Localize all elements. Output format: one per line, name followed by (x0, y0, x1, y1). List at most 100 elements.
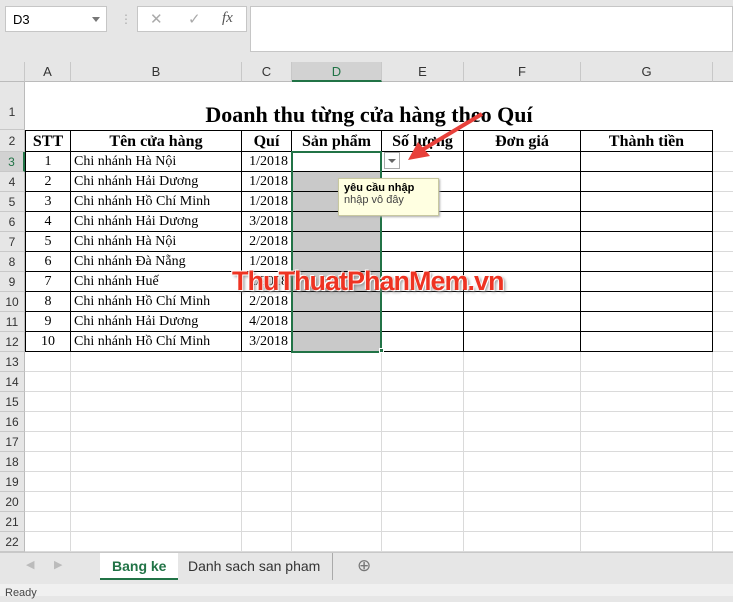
cell[interactable] (292, 352, 382, 372)
cell[interactable] (71, 512, 242, 532)
cell[interactable] (581, 472, 713, 492)
cell[interactable] (581, 532, 713, 552)
cell[interactable] (713, 152, 733, 172)
column-header-d[interactable]: D (292, 62, 382, 82)
cell[interactable] (382, 432, 464, 452)
cell[interactable] (292, 472, 382, 492)
row-header-20[interactable]: 20 (0, 492, 25, 512)
cancel-icon[interactable]: ✕ (150, 10, 163, 28)
cell[interactable] (242, 492, 292, 512)
tab-danh-sach-san-pham[interactable]: Danh sach san pham (176, 553, 334, 580)
data-cell[interactable]: 9 (25, 312, 71, 332)
cell[interactable] (71, 432, 242, 452)
column-header-h[interactable] (713, 62, 733, 82)
cell[interactable] (581, 492, 713, 512)
cell[interactable] (382, 452, 464, 472)
empty-cell[interactable] (464, 192, 581, 212)
empty-cell[interactable] (581, 212, 713, 232)
cell[interactable] (713, 452, 733, 472)
cell[interactable] (292, 432, 382, 452)
cell[interactable] (71, 452, 242, 472)
scroll-left-icon[interactable]: ◀ (26, 558, 34, 571)
row-header-9[interactable]: 9 (0, 272, 25, 292)
data-cell[interactable]: 6 (25, 252, 71, 272)
cell[interactable] (242, 472, 292, 492)
cell[interactable] (25, 432, 71, 452)
data-cell[interactable]: Chi nhánh Đà Nẵng (71, 252, 242, 272)
row-header-15[interactable]: 15 (0, 392, 25, 412)
cell[interactable] (464, 512, 581, 532)
cell[interactable] (581, 432, 713, 452)
row-header-18[interactable]: 18 (0, 452, 25, 472)
row-header-13[interactable]: 13 (0, 352, 25, 372)
row-header-7[interactable]: 7 (0, 232, 25, 252)
cell[interactable] (25, 452, 71, 472)
cell[interactable] (713, 512, 733, 532)
formula-bar-input[interactable] (250, 6, 733, 52)
cell[interactable] (464, 352, 581, 372)
cell[interactable] (382, 512, 464, 532)
cell[interactable] (71, 532, 242, 552)
row-header-19[interactable]: 19 (0, 472, 25, 492)
data-cell[interactable]: 3 (25, 192, 71, 212)
cell[interactable] (292, 372, 382, 392)
cell[interactable] (581, 352, 713, 372)
data-cell[interactable]: 7 (25, 272, 71, 292)
cell[interactable] (292, 412, 382, 432)
cell[interactable] (713, 232, 733, 252)
cell[interactable] (713, 292, 733, 312)
data-cell[interactable]: Chi nhánh Hồ Chí Minh (71, 292, 242, 312)
row-header-4[interactable]: 4 (0, 172, 25, 192)
dropdown-button[interactable] (384, 152, 400, 169)
data-cell[interactable]: 1/2018 (242, 172, 292, 192)
cell[interactable] (242, 412, 292, 432)
column-header-c[interactable]: C (242, 62, 292, 82)
row-header-10[interactable]: 10 (0, 292, 25, 312)
cell[interactable] (382, 532, 464, 552)
cell[interactable] (25, 532, 71, 552)
cell[interactable] (292, 392, 382, 412)
data-cell[interactable]: Chi nhánh Hải Dương (71, 172, 242, 192)
cell[interactable] (713, 192, 733, 212)
data-cell[interactable]: Chi nhánh Hải Dương (71, 212, 242, 232)
column-header-a[interactable]: A (25, 62, 71, 82)
insert-function-icon[interactable]: fx (222, 10, 233, 27)
cell[interactable] (464, 432, 581, 452)
empty-cell[interactable] (464, 212, 581, 232)
empty-cell[interactable] (581, 252, 713, 272)
cell[interactable] (242, 432, 292, 452)
empty-cell[interactable] (581, 292, 713, 312)
cell[interactable] (464, 372, 581, 392)
row-header-21[interactable]: 21 (0, 512, 25, 532)
cell[interactable] (464, 532, 581, 552)
cell[interactable] (713, 252, 733, 272)
row-header-11[interactable]: 11 (0, 312, 25, 332)
row-header-22[interactable]: 22 (0, 532, 25, 552)
cell[interactable] (242, 512, 292, 532)
data-cell[interactable]: 1 (25, 152, 71, 172)
cell[interactable] (71, 352, 242, 372)
select-all-button[interactable] (0, 62, 25, 82)
cell[interactable] (292, 492, 382, 512)
cell[interactable] (713, 532, 733, 552)
cell[interactable] (382, 372, 464, 392)
empty-cell[interactable] (581, 312, 713, 332)
row-header-8[interactable]: 8 (0, 252, 25, 272)
data-cell[interactable]: 3/2018 (242, 332, 292, 352)
fill-handle[interactable] (379, 348, 384, 353)
cell[interactable] (242, 532, 292, 552)
cell[interactable] (581, 372, 713, 392)
empty-cell[interactable] (382, 312, 464, 332)
empty-cell[interactable] (464, 312, 581, 332)
cell[interactable] (25, 512, 71, 532)
cell[interactable] (242, 352, 292, 372)
data-cell[interactable]: 4/2018 (242, 312, 292, 332)
cell[interactable] (292, 532, 382, 552)
scroll-right-icon[interactable]: ▶ (54, 558, 62, 571)
cell[interactable] (713, 472, 733, 492)
cell[interactable] (25, 492, 71, 512)
cell[interactable] (292, 452, 382, 472)
empty-cell[interactable] (464, 232, 581, 252)
cell[interactable] (713, 352, 733, 372)
cell[interactable] (713, 432, 733, 452)
